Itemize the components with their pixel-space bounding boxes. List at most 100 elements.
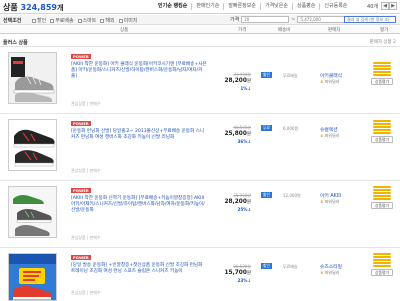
power-badge: POWER: [71, 188, 91, 193]
price-value: 15,700: [224, 270, 247, 276]
filter-option-smart[interactable]: 스마트: [77, 17, 96, 24]
column-price[interactable]: 가격: [238, 27, 246, 33]
product-thumbnail[interactable]: [8, 119, 57, 171]
price-unit: 원: [246, 79, 251, 84]
crown-icon: ♛: [320, 199, 324, 204]
product-title[interactable]: [당일 발송 운동화] +빈깔창증+첫신상품 운동화 신발 조깅화 런닝화 트레…: [71, 263, 207, 275]
result-count-unit: 개: [56, 4, 64, 12]
column-rating[interactable]: 평가: [380, 27, 388, 33]
prev-page-button[interactable]: ◀: [381, 2, 389, 10]
rating-bar: [373, 197, 391, 201]
page-size-label[interactable]: 40개: [364, 3, 381, 10]
filter-option-free-shipping[interactable]: 무료배송: [50, 17, 74, 24]
checkbox[interactable]: [32, 18, 36, 23]
rating-bar: [373, 120, 391, 123]
seller-name[interactable]: 아키클래식: [320, 72, 342, 79]
rating-bar: [373, 73, 391, 77]
product-thumbnail[interactable]: [8, 186, 57, 238]
seller-name[interactable]: 슈즈스타일: [320, 263, 342, 270]
filter-option-label: 할인: [37, 18, 47, 24]
discount-rate: 1%↓: [240, 86, 251, 91]
product-title[interactable]: [AKIII 착한 운동화 신학기 운동화] [무료배송+키높이깔창증정] AK…: [71, 196, 207, 215]
plus-section-link[interactable]: 판매자 상품 2: [370, 39, 396, 45]
result-count: 324,859: [20, 3, 57, 12]
tab-newest[interactable]: 신규등록순: [320, 3, 351, 10]
product-thumbnail[interactable]: [8, 253, 57, 301]
price-max-input[interactable]: [297, 16, 346, 23]
rating-bar: [373, 122, 391, 126]
product-title[interactable]: [운동화 런닝화 신발] 당일출고~ 2013볼신상+무료배송 운동화 스니커즈…: [71, 129, 207, 141]
result-title-label: 상품: [3, 3, 18, 12]
next-page-button[interactable]: ▶: [389, 2, 397, 10]
seller-grade: ♛파워딜러: [320, 270, 339, 276]
filter-option-label: 무료배송: [55, 18, 74, 24]
product-meta: 관심상품 | 판매수: [71, 101, 101, 106]
tab-popular-rank[interactable]: 인기순 랭킹순: [154, 3, 193, 10]
seller-name[interactable]: 슈컬렉션: [320, 126, 338, 133]
power-badge: POWER: [71, 255, 91, 260]
product-row[interactable]: POWER [당일 발송 운동화] +빈깔창증+첫신상품 운동화 신발 조깅화 …: [0, 249, 400, 301]
discount-rate: 25%↓: [237, 207, 251, 212]
rating-bar: [373, 64, 391, 68]
product-thumbnail[interactable]: [8, 52, 57, 104]
rating-bar: [373, 264, 391, 268]
sneaker-image: [9, 187, 56, 237]
shipping-badge: 할인: [261, 72, 272, 78]
sneaker-image: [9, 120, 56, 170]
tab-low-price[interactable]: 가격낮은순: [261, 3, 293, 10]
shipping-badge: 할인: [261, 263, 272, 269]
column-product[interactable]: 상품: [120, 27, 128, 33]
sale-price: 25,800원: [213, 131, 251, 137]
sale-price: 15,700원: [213, 270, 251, 276]
price-value: 28,200: [224, 78, 247, 84]
result-search-input[interactable]: [344, 16, 396, 23]
rating-button[interactable]: 상품평가: [371, 136, 393, 144]
checkbox[interactable]: [118, 18, 123, 23]
shipping-badge: 무료: [261, 125, 272, 131]
sale-price: 28,200원: [213, 199, 251, 205]
rating-bar: [373, 70, 391, 74]
rating-bar: [373, 188, 391, 192]
product-row[interactable]: POWER [AKIII 착한 운동화] 아키 클래식 운동화[아키코시기앤 […: [0, 48, 400, 114]
filter-label: 선택조건: [3, 18, 22, 24]
seller-name[interactable]: 아키 AKIII: [320, 192, 341, 199]
price-value: 25,800: [224, 131, 247, 137]
filter-option-image[interactable]: 이미지: [118, 17, 137, 24]
tab-reviews[interactable]: 상품평순: [293, 3, 321, 10]
column-seller[interactable]: 판매자: [328, 27, 340, 33]
shipping-value: 무료배송: [283, 73, 298, 78]
price-filter-label: 가격: [230, 17, 240, 23]
tab-sales[interactable]: 판매인기순: [192, 3, 225, 10]
product-row[interactable]: POWER [운동화 런닝화 신발] 당일출고~ 2013볼신상+무료배송 운동…: [0, 115, 400, 181]
sneaker-image: [9, 254, 56, 300]
checkbox[interactable]: [100, 18, 105, 23]
shipping-value: 무료배송: [283, 264, 298, 269]
tab-fast-info[interactable]: 발빠른정보순: [224, 3, 261, 10]
column-header: 상품 가격 배송비 판매자 평가: [0, 26, 400, 34]
filter-option-discount[interactable]: 할인: [32, 17, 46, 24]
seller-grade: ♛파워딜러: [320, 79, 339, 85]
checkbox[interactable]: [50, 18, 55, 23]
product-title[interactable]: [AKIII 착한 운동화] 아키 클래식 운동화[아키코시기앤 [무료배송+사…: [71, 62, 207, 81]
filter-bar: 선택조건 할인 무료배송 스마트 해외 이미지 가격 ~ 적용: [0, 15, 400, 25]
column-shipping[interactable]: 배송비: [278, 27, 290, 33]
price-min-input[interactable]: [241, 16, 290, 23]
page-size: 40개 ◀ ▶: [364, 2, 397, 10]
filter-option-overseas[interactable]: 해외: [100, 17, 115, 24]
sale-price: 28,200원: [213, 78, 251, 84]
rating-stack: 상품평가: [371, 120, 393, 144]
crown-icon: ♛: [320, 133, 324, 138]
seller-grade-label: 파워딜러: [324, 270, 340, 275]
product-row[interactable]: POWER [AKIII 착한 운동화 신학기 운동화] [무료배송+키높이깔창…: [0, 182, 400, 248]
rating-button[interactable]: 상품평가: [371, 202, 393, 210]
result-title: 상품 324,859개: [3, 2, 63, 13]
rating-button[interactable]: 상품평가: [371, 78, 393, 86]
rating-bar: [373, 191, 391, 195]
sneaker-image: [9, 53, 56, 103]
checkbox[interactable]: [77, 18, 82, 23]
rating-stack: 상품평가: [371, 186, 393, 210]
rating-button[interactable]: 상품평가: [371, 269, 393, 277]
crown-icon: ♛: [320, 79, 324, 84]
discount-rate: 36%↓: [237, 139, 251, 144]
rating-bar: [373, 194, 391, 198]
